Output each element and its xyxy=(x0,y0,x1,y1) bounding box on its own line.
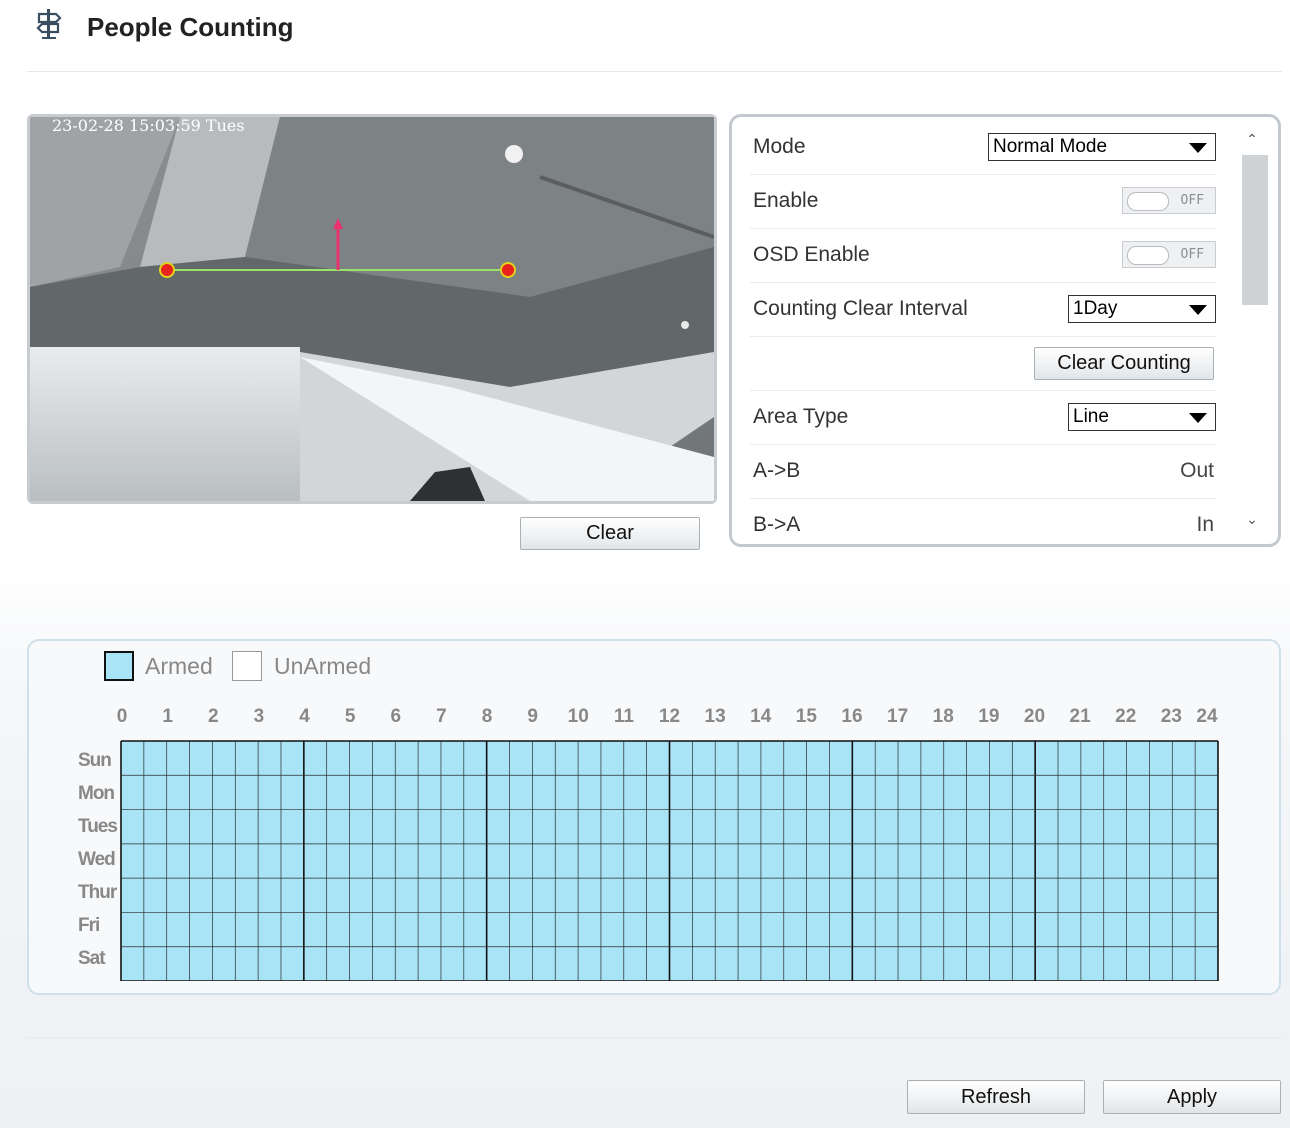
apply-button[interactable]: Apply xyxy=(1103,1080,1281,1114)
area-type-label: Area Type xyxy=(753,405,849,428)
armed-swatch[interactable] xyxy=(104,651,134,681)
clear-button[interactable]: Clear xyxy=(520,517,700,550)
hour-label: 18 xyxy=(932,706,954,727)
hour-label: 17 xyxy=(887,706,909,727)
scrollbar-thumb[interactable] xyxy=(1242,155,1268,305)
hour-label: 22 xyxy=(1115,706,1137,727)
settings-panel: Mode Normal Mode Enable OFF OSD Enable O… xyxy=(729,114,1281,547)
a-to-b-value: Out xyxy=(1180,459,1214,482)
osd-enable-row: OSD Enable OFF xyxy=(750,228,1216,283)
osd-enable-label: OSD Enable xyxy=(753,243,870,266)
a-to-b-label: A->B xyxy=(753,459,801,482)
day-label: Mon xyxy=(78,783,115,804)
clear-interval-select[interactable]: 1Day xyxy=(1068,295,1216,323)
hour-label: 9 xyxy=(527,706,538,727)
armed-legend-label: Armed xyxy=(145,653,213,679)
chevron-down-icon xyxy=(1189,305,1207,315)
area-type-row: Area Type Line xyxy=(750,390,1216,445)
chevron-down-icon xyxy=(1189,143,1207,153)
signpost-icon xyxy=(36,9,62,39)
chevron-up-icon[interactable]: ⌃ xyxy=(1243,131,1261,149)
day-label: Fri xyxy=(78,915,100,936)
enable-row: Enable OFF xyxy=(750,174,1216,229)
hour-label: 21 xyxy=(1069,706,1091,727)
enable-label: Enable xyxy=(753,189,819,212)
hour-label: 11 xyxy=(613,706,634,727)
hour-label: 14 xyxy=(750,706,772,727)
day-label: Sat xyxy=(78,948,106,969)
hour-label: 5 xyxy=(344,706,356,727)
b-to-a-label: B->A xyxy=(753,513,801,536)
day-label: Wed xyxy=(78,849,116,870)
hour-label: 7 xyxy=(436,706,447,727)
hour-label: 4 xyxy=(299,706,310,727)
osd-enable-toggle[interactable]: OFF xyxy=(1122,241,1216,268)
hour-label: 1 xyxy=(162,706,173,727)
hour-label: 0 xyxy=(116,706,128,727)
camera-frame[interactable]: 23-02-28 15:03:59 Tues xyxy=(30,117,714,501)
hour-label: 2 xyxy=(207,706,219,727)
chevron-down-icon xyxy=(1189,413,1207,423)
header-divider xyxy=(27,71,1282,72)
clear-interval-label: Counting Clear Interval xyxy=(753,297,968,320)
toggle-knob xyxy=(1127,192,1169,211)
osd-timestamp: 23-02-28 15:03:59 Tues xyxy=(52,117,245,135)
toggle-knob xyxy=(1127,246,1169,265)
page-header: People Counting xyxy=(0,0,1290,72)
mode-value: Normal Mode xyxy=(993,136,1108,157)
unarmed-swatch[interactable] xyxy=(232,651,262,681)
clear-counting-button[interactable]: Clear Counting xyxy=(1034,347,1214,380)
video-preview[interactable]: 23-02-28 15:03:59 Tues xyxy=(27,114,717,504)
refresh-button[interactable]: Refresh xyxy=(907,1080,1085,1114)
hour-label: 16 xyxy=(841,706,863,727)
area-type-value: Line xyxy=(1073,406,1109,427)
clear-interval-value: 1Day xyxy=(1073,298,1118,319)
hour-label: 13 xyxy=(704,706,726,727)
hour-label: 3 xyxy=(253,706,265,727)
mode-select[interactable]: Normal Mode xyxy=(988,133,1216,161)
hour-label: 20 xyxy=(1023,706,1046,727)
day-label: Sun xyxy=(78,750,112,771)
area-type-select[interactable]: Line xyxy=(1068,403,1216,431)
unarmed-legend-label: UnArmed xyxy=(274,653,372,679)
hour-label: 24 xyxy=(1196,706,1218,727)
hour-label: 12 xyxy=(658,706,681,727)
hour-label: 15 xyxy=(795,706,817,727)
mode-row: Mode Normal Mode xyxy=(750,120,1216,175)
mode-label: Mode xyxy=(753,135,806,158)
enable-toggle[interactable]: OFF xyxy=(1122,187,1216,214)
clear-counting-row: Clear Counting xyxy=(750,336,1216,391)
day-label: Thur xyxy=(78,882,117,903)
chevron-down-icon[interactable]: ⌄ xyxy=(1243,511,1261,529)
day-label: Tues xyxy=(78,816,118,837)
hour-label: 10 xyxy=(567,706,589,727)
clear-interval-row: Counting Clear Interval 1Day xyxy=(750,282,1216,337)
page-title: People Counting xyxy=(87,12,294,42)
b-to-a-row: B->A In xyxy=(750,498,1216,544)
footer-divider xyxy=(27,1037,1282,1038)
panel-scrollbar[interactable]: ⌃ ⌄ xyxy=(1239,117,1268,544)
toggle-state: OFF xyxy=(1180,193,1204,208)
hour-label: 19 xyxy=(978,706,1000,727)
a-to-b-row: A->B Out xyxy=(750,444,1216,499)
b-to-a-value: In xyxy=(1196,513,1214,536)
hour-label: 8 xyxy=(481,706,493,727)
hour-label: 23 xyxy=(1160,706,1182,727)
toggle-state: OFF xyxy=(1180,247,1204,262)
hour-label: 6 xyxy=(390,706,402,727)
schedule-grid[interactable] xyxy=(120,740,1219,981)
